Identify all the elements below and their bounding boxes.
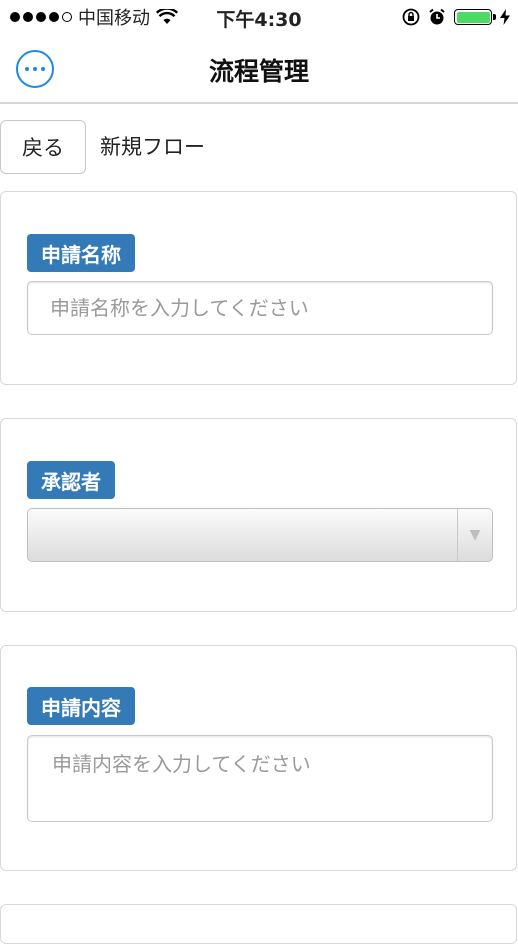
rotation-lock-icon: [402, 8, 420, 26]
content-label: 申請内容: [27, 687, 135, 725]
name-field: [27, 281, 493, 335]
status-bar: 中国移动 下午4:30: [0, 0, 518, 34]
battery-level: [456, 11, 490, 23]
triangle-down-icon[interactable]: ▼: [457, 509, 492, 561]
form-heading: 新規フロー: [100, 135, 205, 159]
content-textarea[interactable]: [28, 736, 492, 821]
content-field: [27, 735, 493, 822]
content-card: 申請内容: [0, 645, 517, 871]
nav-bar: 流程管理: [0, 34, 518, 104]
approver-select[interactable]: ▼: [27, 508, 493, 562]
name-card: 申請名称: [0, 191, 517, 385]
next-card: [0, 904, 517, 944]
charging-bolt-icon: [500, 9, 510, 25]
status-right: [402, 5, 510, 29]
approver-label: 承認者: [27, 461, 115, 499]
name-label: 申請名称: [27, 234, 135, 272]
name-input[interactable]: [28, 282, 492, 334]
approver-card: 承認者 ▼: [0, 418, 517, 612]
page-title: 流程管理: [208, 57, 309, 86]
battery-icon: [454, 9, 496, 25]
alarm-icon: [429, 8, 445, 25]
back-button[interactable]: 戻る: [0, 120, 86, 174]
